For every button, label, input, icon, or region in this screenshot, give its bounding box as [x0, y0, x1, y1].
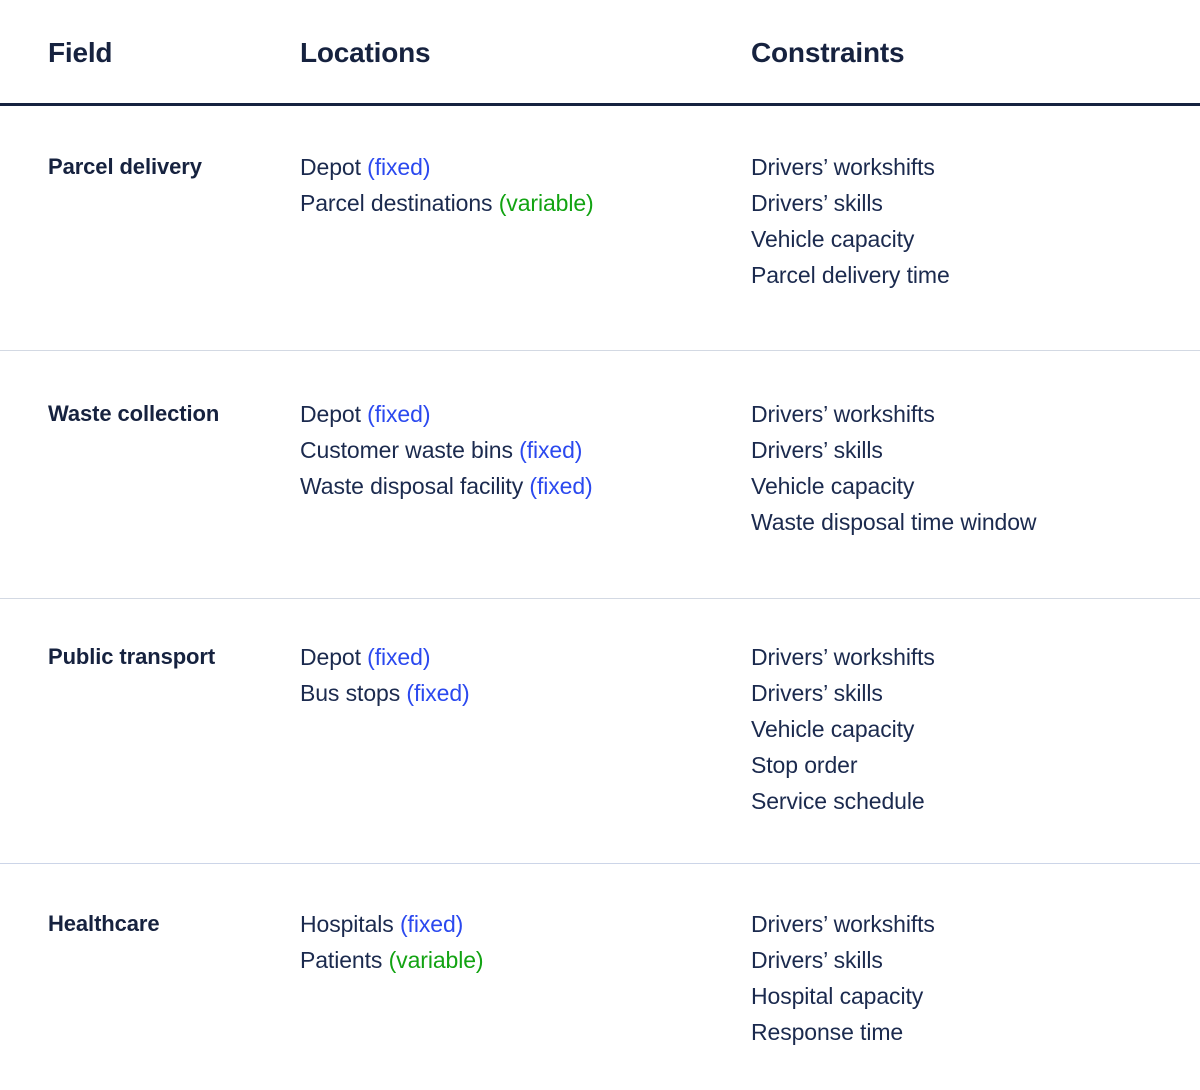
location-name: Depot: [300, 644, 361, 670]
list-item: Drivers’ skills: [751, 185, 1152, 221]
list-item: Stop order: [751, 747, 1152, 783]
location-name: Waste disposal facility: [300, 473, 523, 499]
list-item: Patients (variable): [300, 942, 751, 978]
location-tag: (variable): [499, 190, 594, 216]
list-item: Hospital capacity: [751, 978, 1152, 1014]
location-name: Depot: [300, 154, 361, 180]
locations-list: Depot (fixed) Customer waste bins (fixed…: [300, 396, 751, 504]
row-locations-cell: Depot (fixed) Bus stops (fixed): [300, 639, 751, 819]
constraints-list: Drivers’ workshifts Drivers’ skills Hosp…: [751, 906, 1152, 1050]
list-item: Bus stops (fixed): [300, 675, 751, 711]
row-locations-cell: Hospitals (fixed) Patients (variable): [300, 906, 751, 1050]
list-item: Customer waste bins (fixed): [300, 432, 751, 468]
list-item: Waste disposal time window: [751, 504, 1152, 540]
column-header-field: Field: [0, 36, 300, 70]
location-tag: (fixed): [367, 401, 430, 427]
field-label: Public transport: [48, 639, 300, 675]
list-item: Parcel destinations (variable): [300, 185, 751, 221]
location-tag: (fixed): [400, 911, 463, 937]
row-field-cell: Parcel delivery: [0, 149, 300, 293]
location-name: Depot: [300, 401, 361, 427]
row-field-cell: Waste collection: [0, 396, 300, 540]
location-tag: (fixed): [367, 154, 430, 180]
column-header-locations: Locations: [300, 36, 751, 70]
list-item: Service schedule: [751, 783, 1152, 819]
locations-list: Hospitals (fixed) Patients (variable): [300, 906, 751, 978]
list-item: Drivers’ skills: [751, 942, 1152, 978]
location-name: Customer waste bins: [300, 437, 513, 463]
list-item: Drivers’ workshifts: [751, 639, 1152, 675]
row-field-cell: Healthcare: [0, 906, 300, 1050]
location-tag: (fixed): [529, 473, 592, 499]
field-label: Waste collection: [48, 396, 300, 432]
field-label: Parcel delivery: [48, 149, 300, 185]
location-name: Patients: [300, 947, 382, 973]
list-item: Vehicle capacity: [751, 221, 1152, 257]
list-item: Vehicle capacity: [751, 468, 1152, 504]
row-constraints-cell: Drivers’ workshifts Drivers’ skills Vehi…: [751, 639, 1152, 819]
list-item: Drivers’ skills: [751, 432, 1152, 468]
table-header: Field Locations Constraints: [0, 0, 1200, 103]
list-item: Vehicle capacity: [751, 711, 1152, 747]
list-item: Depot (fixed): [300, 149, 751, 185]
location-tag: (variable): [389, 947, 484, 973]
location-tag: (fixed): [519, 437, 582, 463]
table-row: Healthcare Hospitals (fixed) Patients (v…: [0, 864, 1200, 1090]
location-name: Bus stops: [300, 680, 400, 706]
location-tag: (fixed): [406, 680, 469, 706]
row-constraints-cell: Drivers’ workshifts Drivers’ skills Hosp…: [751, 906, 1152, 1050]
constraints-list: Drivers’ workshifts Drivers’ skills Vehi…: [751, 396, 1152, 540]
list-item: Hospitals (fixed): [300, 906, 751, 942]
list-item: Depot (fixed): [300, 639, 751, 675]
row-constraints-cell: Drivers’ workshifts Drivers’ skills Vehi…: [751, 149, 1152, 293]
list-item: Waste disposal facility (fixed): [300, 468, 751, 504]
list-item: Response time: [751, 1014, 1152, 1050]
row-field-cell: Public transport: [0, 639, 300, 819]
list-item: Parcel delivery time: [751, 257, 1152, 293]
comparison-table: Field Locations Constraints Parcel deliv…: [0, 0, 1200, 1090]
table-row: Waste collection Depot (fixed) Customer …: [0, 351, 1200, 598]
locations-list: Depot (fixed) Parcel destinations (varia…: [300, 149, 751, 221]
row-constraints-cell: Drivers’ workshifts Drivers’ skills Vehi…: [751, 396, 1152, 540]
locations-list: Depot (fixed) Bus stops (fixed): [300, 639, 751, 711]
list-item: Drivers’ workshifts: [751, 906, 1152, 942]
row-locations-cell: Depot (fixed) Customer waste bins (fixed…: [300, 396, 751, 540]
constraints-list: Drivers’ workshifts Drivers’ skills Vehi…: [751, 149, 1152, 293]
location-name: Hospitals: [300, 911, 394, 937]
table-row: Parcel delivery Depot (fixed) Parcel des…: [0, 106, 1200, 350]
table-row: Public transport Depot (fixed) Bus stops…: [0, 599, 1200, 863]
list-item: Drivers’ skills: [751, 675, 1152, 711]
field-label: Healthcare: [48, 906, 300, 942]
list-item: Depot (fixed): [300, 396, 751, 432]
row-locations-cell: Depot (fixed) Parcel destinations (varia…: [300, 149, 751, 293]
list-item: Drivers’ workshifts: [751, 149, 1152, 185]
constraints-list: Drivers’ workshifts Drivers’ skills Vehi…: [751, 639, 1152, 819]
location-tag: (fixed): [367, 644, 430, 670]
list-item: Drivers’ workshifts: [751, 396, 1152, 432]
location-name: Parcel destinations: [300, 190, 492, 216]
column-header-constraints: Constraints: [751, 36, 1152, 70]
